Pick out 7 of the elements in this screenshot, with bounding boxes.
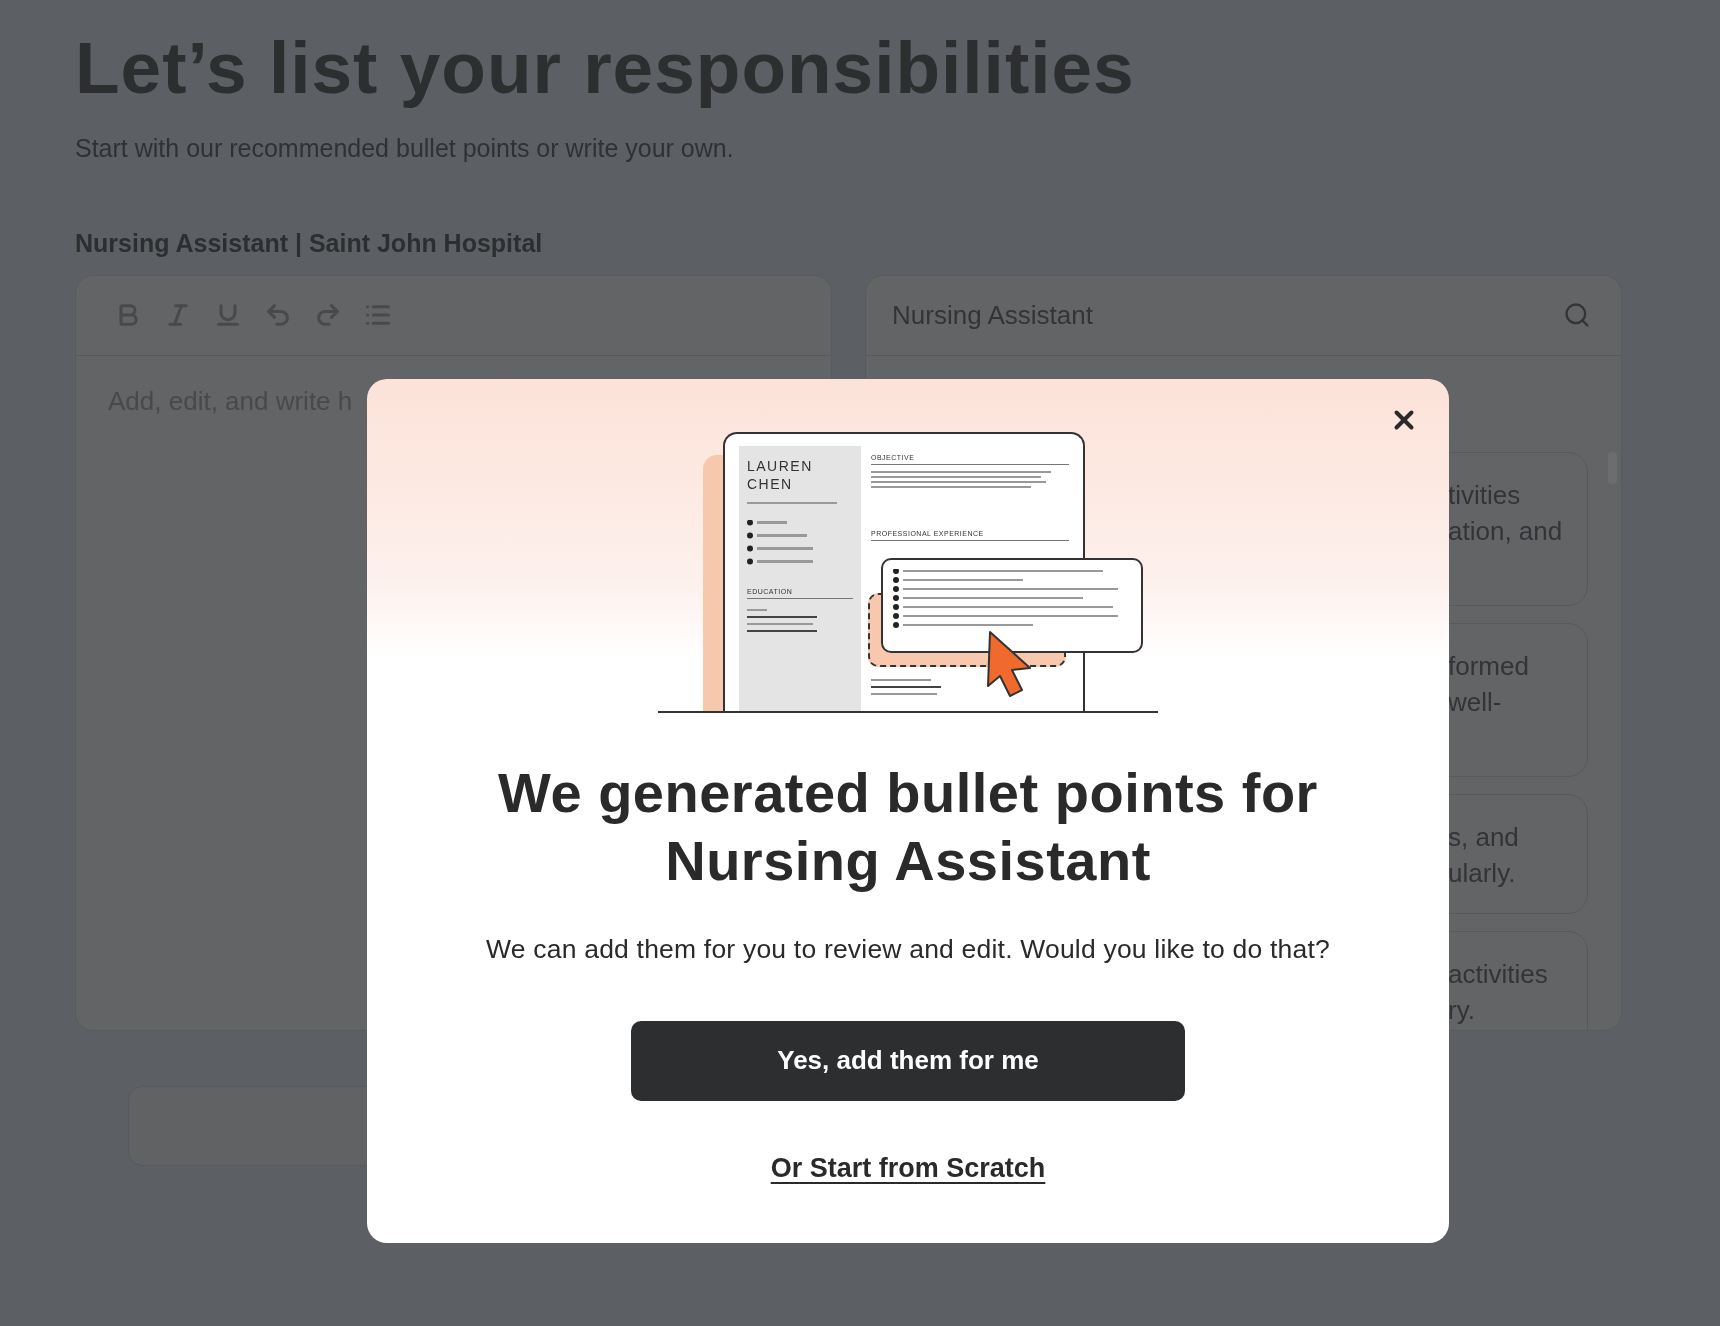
start-from-scratch-link[interactable]: Or Start from Scratch — [770, 1152, 1046, 1184]
resume-name: CHEN — [747, 475, 794, 493]
resume-name: LAUREN — [747, 458, 814, 476]
modal-title: We generated bullet points for Nursing Assistant — [497, 760, 1319, 895]
add-bullets-button[interactable]: Yes, add them for me — [631, 1020, 1185, 1101]
search-icon[interactable] — [1563, 301, 1591, 330]
modal-message: We can add them for you to review and edit. Would you like to do that? — [486, 933, 1330, 965]
